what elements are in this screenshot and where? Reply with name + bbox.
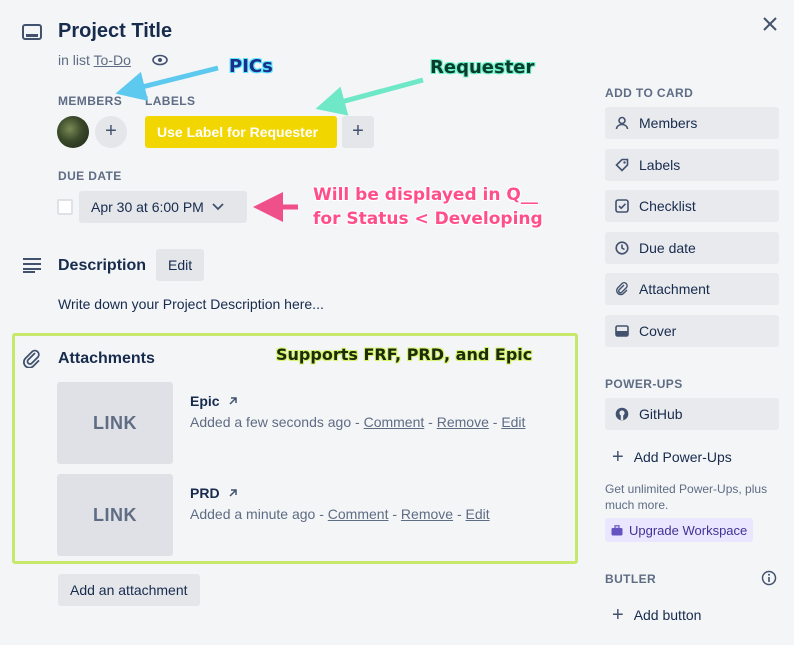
attachment-edit-link[interactable]: Edit <box>466 506 490 522</box>
attachment-thumbnail[interactable]: LINK <box>57 382 173 464</box>
sidebar-attachment-button[interactable]: Attachment <box>605 273 779 305</box>
add-powerups-label: Add Power-Ups <box>633 449 732 465</box>
card-title[interactable]: Project Title <box>58 20 172 43</box>
label-pill-requester[interactable]: Use Label for Requester <box>145 116 337 148</box>
sidebar-labels-label: Labels <box>639 157 681 173</box>
members-label: MEMBERS <box>58 94 123 108</box>
sidebar-due-date-label: Due date <box>639 240 696 256</box>
upgrade-workspace-button[interactable]: Upgrade Workspace <box>605 518 754 542</box>
github-powerup-button[interactable]: GitHub <box>605 398 779 430</box>
plus-icon: + <box>612 604 624 626</box>
attachment-remove-link[interactable]: Remove <box>401 506 453 522</box>
briefcase-icon <box>611 524 623 536</box>
external-link-icon[interactable] <box>228 396 238 406</box>
due-date-button[interactable]: Apr 30 at 6:00 PM <box>79 191 247 223</box>
power-ups-label: POWER-UPS <box>605 377 683 391</box>
attachment-name[interactable]: PRD <box>190 485 238 501</box>
annotation-pics: PICs <box>229 56 273 77</box>
clock-icon <box>615 241 631 255</box>
butler-add-button-label: Add button <box>633 607 702 623</box>
avatar[interactable] <box>57 116 89 148</box>
person-icon <box>615 116 631 130</box>
attachment-title[interactable]: PRD <box>190 485 220 501</box>
upgrade-workspace-label: Upgrade Workspace <box>629 522 748 538</box>
due-complete-checkbox[interactable] <box>57 199 73 215</box>
powerups-promo-text: Get unlimited Power-Ups, plus much more. <box>605 482 768 512</box>
add-to-card-label: ADD TO CARD <box>605 86 694 100</box>
annotation-due-note-line1: Will be displayed in Q__ <box>313 185 538 205</box>
sidebar-checklist-button[interactable]: Checklist <box>605 190 779 222</box>
description-edit-button[interactable]: Edit <box>156 249 205 281</box>
sidebar-members-label: Members <box>639 115 698 131</box>
attachment-thumbnail[interactable]: LINK <box>57 474 173 556</box>
sidebar-cover-button[interactable]: Cover <box>605 315 779 347</box>
card-icon <box>22 24 42 42</box>
attachment-meta: Added a minute ago - Comment - Remove - … <box>190 506 490 522</box>
checkbox-icon <box>615 199 631 213</box>
cover-icon <box>615 324 631 338</box>
list-info: in list To-Do <box>58 52 131 68</box>
annotation-requester: Requester <box>430 57 535 78</box>
due-date-label: DUE DATE <box>58 169 122 183</box>
requester-arrow <box>315 77 424 116</box>
attachment-comment-link[interactable]: Comment <box>364 414 425 430</box>
in-list-prefix: in list <box>58 52 90 68</box>
annotation-due-note-line2: for Status < Developing <box>313 209 543 229</box>
close-icon[interactable] <box>762 16 778 32</box>
attachment-added-time: Added a few seconds ago <box>190 414 352 430</box>
attachment-name[interactable]: Epic <box>190 393 238 409</box>
github-label: GitHub <box>639 406 683 422</box>
sidebar-attachment-label: Attachment <box>639 281 710 297</box>
annotation-supports: Supports FRF, PRD, and Epic <box>276 345 533 364</box>
labels-label: LABELS <box>145 94 196 108</box>
attachment-remove-link[interactable]: Remove <box>437 414 489 430</box>
sidebar-cover-label: Cover <box>639 323 677 339</box>
butler-label: BUTLER <box>605 572 657 586</box>
chevron-down-icon <box>212 203 224 211</box>
tag-icon <box>615 158 631 172</box>
attachments-heading: Attachments <box>58 350 155 367</box>
add-label-button[interactable]: + <box>342 116 374 148</box>
eye-icon <box>152 54 168 66</box>
add-attachment-button[interactable]: Add an attachment <box>58 574 200 606</box>
description-text[interactable]: Write down your Project Description here… <box>58 296 324 312</box>
butler-add-button[interactable]: + Add button <box>612 605 701 625</box>
attachment-added-time: Added a minute ago <box>190 506 316 522</box>
sidebar-members-button[interactable]: Members <box>605 107 779 139</box>
attachment-title[interactable]: Epic <box>190 393 220 409</box>
attachment-edit-link[interactable]: Edit <box>501 414 525 430</box>
attachment-comment-link[interactable]: Comment <box>328 506 389 522</box>
paperclip-icon <box>615 282 631 296</box>
description-heading: Description <box>58 257 147 274</box>
info-icon[interactable] <box>761 570 777 586</box>
due-date-value: Apr 30 at 6:00 PM <box>91 199 204 215</box>
sidebar-due-date-button[interactable]: Due date <box>605 232 779 264</box>
attachment-meta: Added a few seconds ago - Comment - Remo… <box>190 414 526 430</box>
sidebar-checklist-label: Checklist <box>639 198 696 214</box>
list-link[interactable]: To-Do <box>94 52 131 68</box>
github-icon <box>615 407 631 421</box>
external-link-icon[interactable] <box>228 488 238 498</box>
sidebar-labels-button[interactable]: Labels <box>605 149 779 181</box>
paperclip-icon <box>22 348 42 368</box>
add-powerups-button[interactable]: + Add Power-Ups <box>612 447 732 467</box>
pics-arrow <box>115 65 219 101</box>
description-icon <box>22 257 42 273</box>
plus-icon: + <box>612 446 624 468</box>
add-member-button[interactable]: + <box>95 116 127 148</box>
